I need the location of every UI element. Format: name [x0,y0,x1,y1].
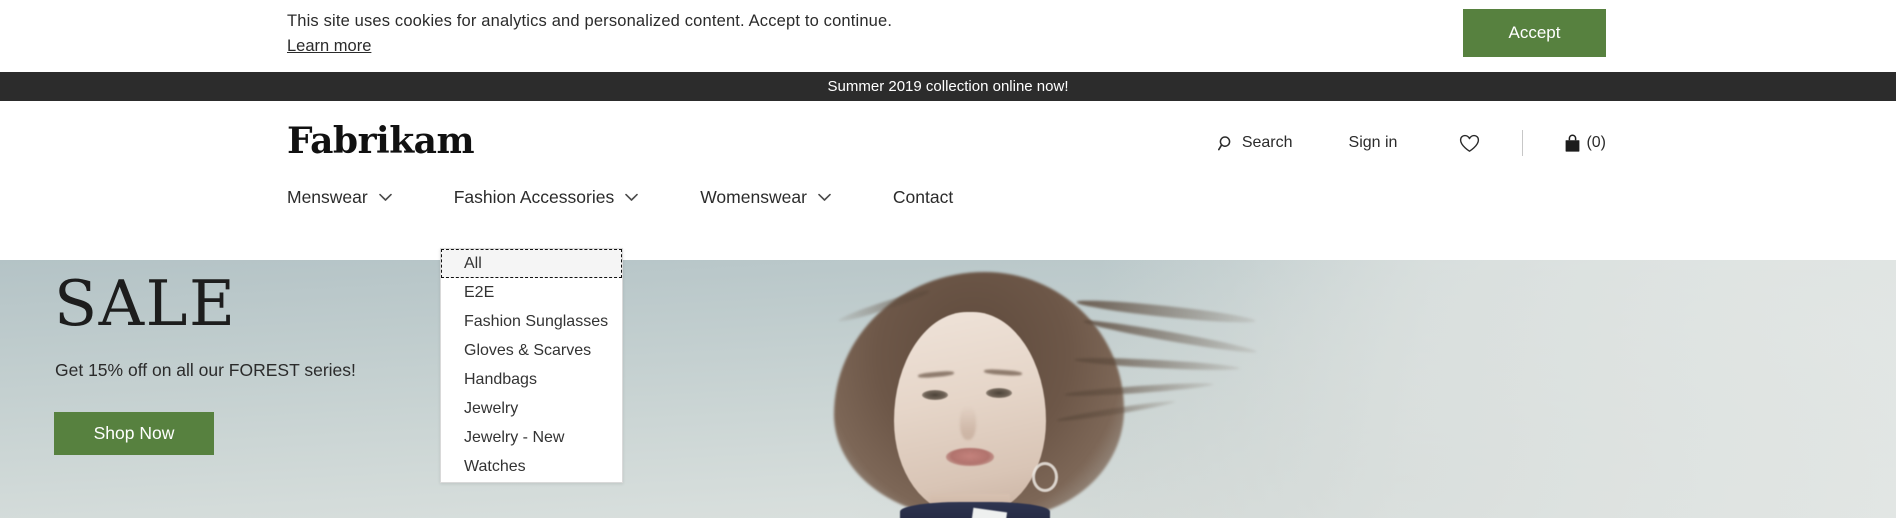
hero-banner: SALE Get 15% off on all our FOREST serie… [0,260,1896,518]
cookie-banner-text: This site uses cookies for analytics and… [287,10,892,58]
dropdown-item-handbags[interactable]: Handbags [441,365,622,394]
search-label: Search [1241,134,1293,151]
dropdown-item-label: Watches [464,457,526,475]
cart-count: (0) [1586,134,1606,151]
dropdown-item-label: Jewelry - New [464,428,565,446]
heart-icon [1459,134,1480,153]
search-button[interactable]: Search [1217,134,1293,152]
dropdown-item-label: Gloves & Scarves [464,341,592,359]
dropdown-item-fashion-sunglasses[interactable]: Fashion Sunglasses [441,307,622,336]
model-eye [922,390,948,400]
wishlist-button[interactable] [1459,134,1480,153]
nav-item-label: Contact [892,187,954,207]
model-eye [986,388,1012,398]
nav-item-menswear[interactable]: Menswear [287,187,392,208]
dropdown-item-label: Handbags [464,370,537,388]
brand-logo[interactable]: Fabrikam [287,123,475,159]
hero-subtitle: Get 15% off on all our FOREST series! [55,360,356,380]
cart-button[interactable]: (0) [1564,133,1606,153]
shop-now-button[interactable]: Shop Now [54,412,214,455]
main-navigation: Menswear Fashion Accessories Womenswear [287,187,953,208]
utility-navigation: Search Sign in (0) [1217,127,1896,159]
nav-item-label: Menswear [287,187,368,207]
dropdown-item-e2e[interactable]: E2E [441,278,622,307]
hero-title: SALE [54,267,237,340]
chevron-down-icon [378,193,392,202]
chevron-down-icon [625,193,639,202]
nav-item-fashion-accessories[interactable]: Fashion Accessories [454,187,639,208]
cookie-banner-message: This site uses cookies for analytics and… [287,12,893,30]
dropdown-item-label: All [464,254,482,272]
nav-item-label: Womenswear [700,187,807,207]
announcement-text: Summer 2019 collection online now! [827,78,1069,95]
sign-in-label: Sign in [1348,134,1398,151]
dropdown-item-jewelry[interactable]: Jewelry [441,394,622,423]
model-earring [1032,462,1058,492]
utility-divider [1522,130,1524,156]
nav-item-womenswear[interactable]: Womenswear [700,187,831,208]
dropdown-item-gloves-scarves[interactable]: Gloves & Scarves [441,336,622,365]
dropdown-item-label: E2E [464,283,495,301]
dropdown-item-jewelry-new[interactable]: Jewelry - New [441,423,622,452]
cookie-consent-banner: This site uses cookies for analytics and… [0,0,1896,72]
site-header: Fabrikam Search Sign in (0) Menswear Fas… [0,101,1896,260]
nav-item-label: Fashion Accessories [453,187,615,207]
dropdown-item-label: Jewelry [464,399,519,417]
sign-in-link[interactable]: Sign in [1349,134,1398,152]
announcement-bar: Summer 2019 collection online now! [0,72,1896,101]
cookie-accept-button[interactable]: Accept [1463,9,1606,57]
nav-item-contact[interactable]: Contact [893,187,953,208]
model-lips [946,448,994,466]
dropdown-item-label: Fashion Sunglasses [464,312,609,330]
page-root: This site uses cookies for analytics and… [0,0,1896,518]
fashion-accessories-dropdown-menu: All E2E Fashion Sunglasses Gloves & Scar… [440,248,623,483]
hero-model-photo [826,266,1258,518]
search-icon [1217,135,1235,152]
model-nose [960,406,976,440]
chevron-down-icon [818,193,831,202]
cookie-learn-more-link[interactable]: Learn more [287,35,371,58]
dropdown-item-all[interactable]: All [441,249,622,278]
shopping-bag-icon [1564,133,1581,153]
dropdown-item-watches[interactable]: Watches [441,452,622,481]
